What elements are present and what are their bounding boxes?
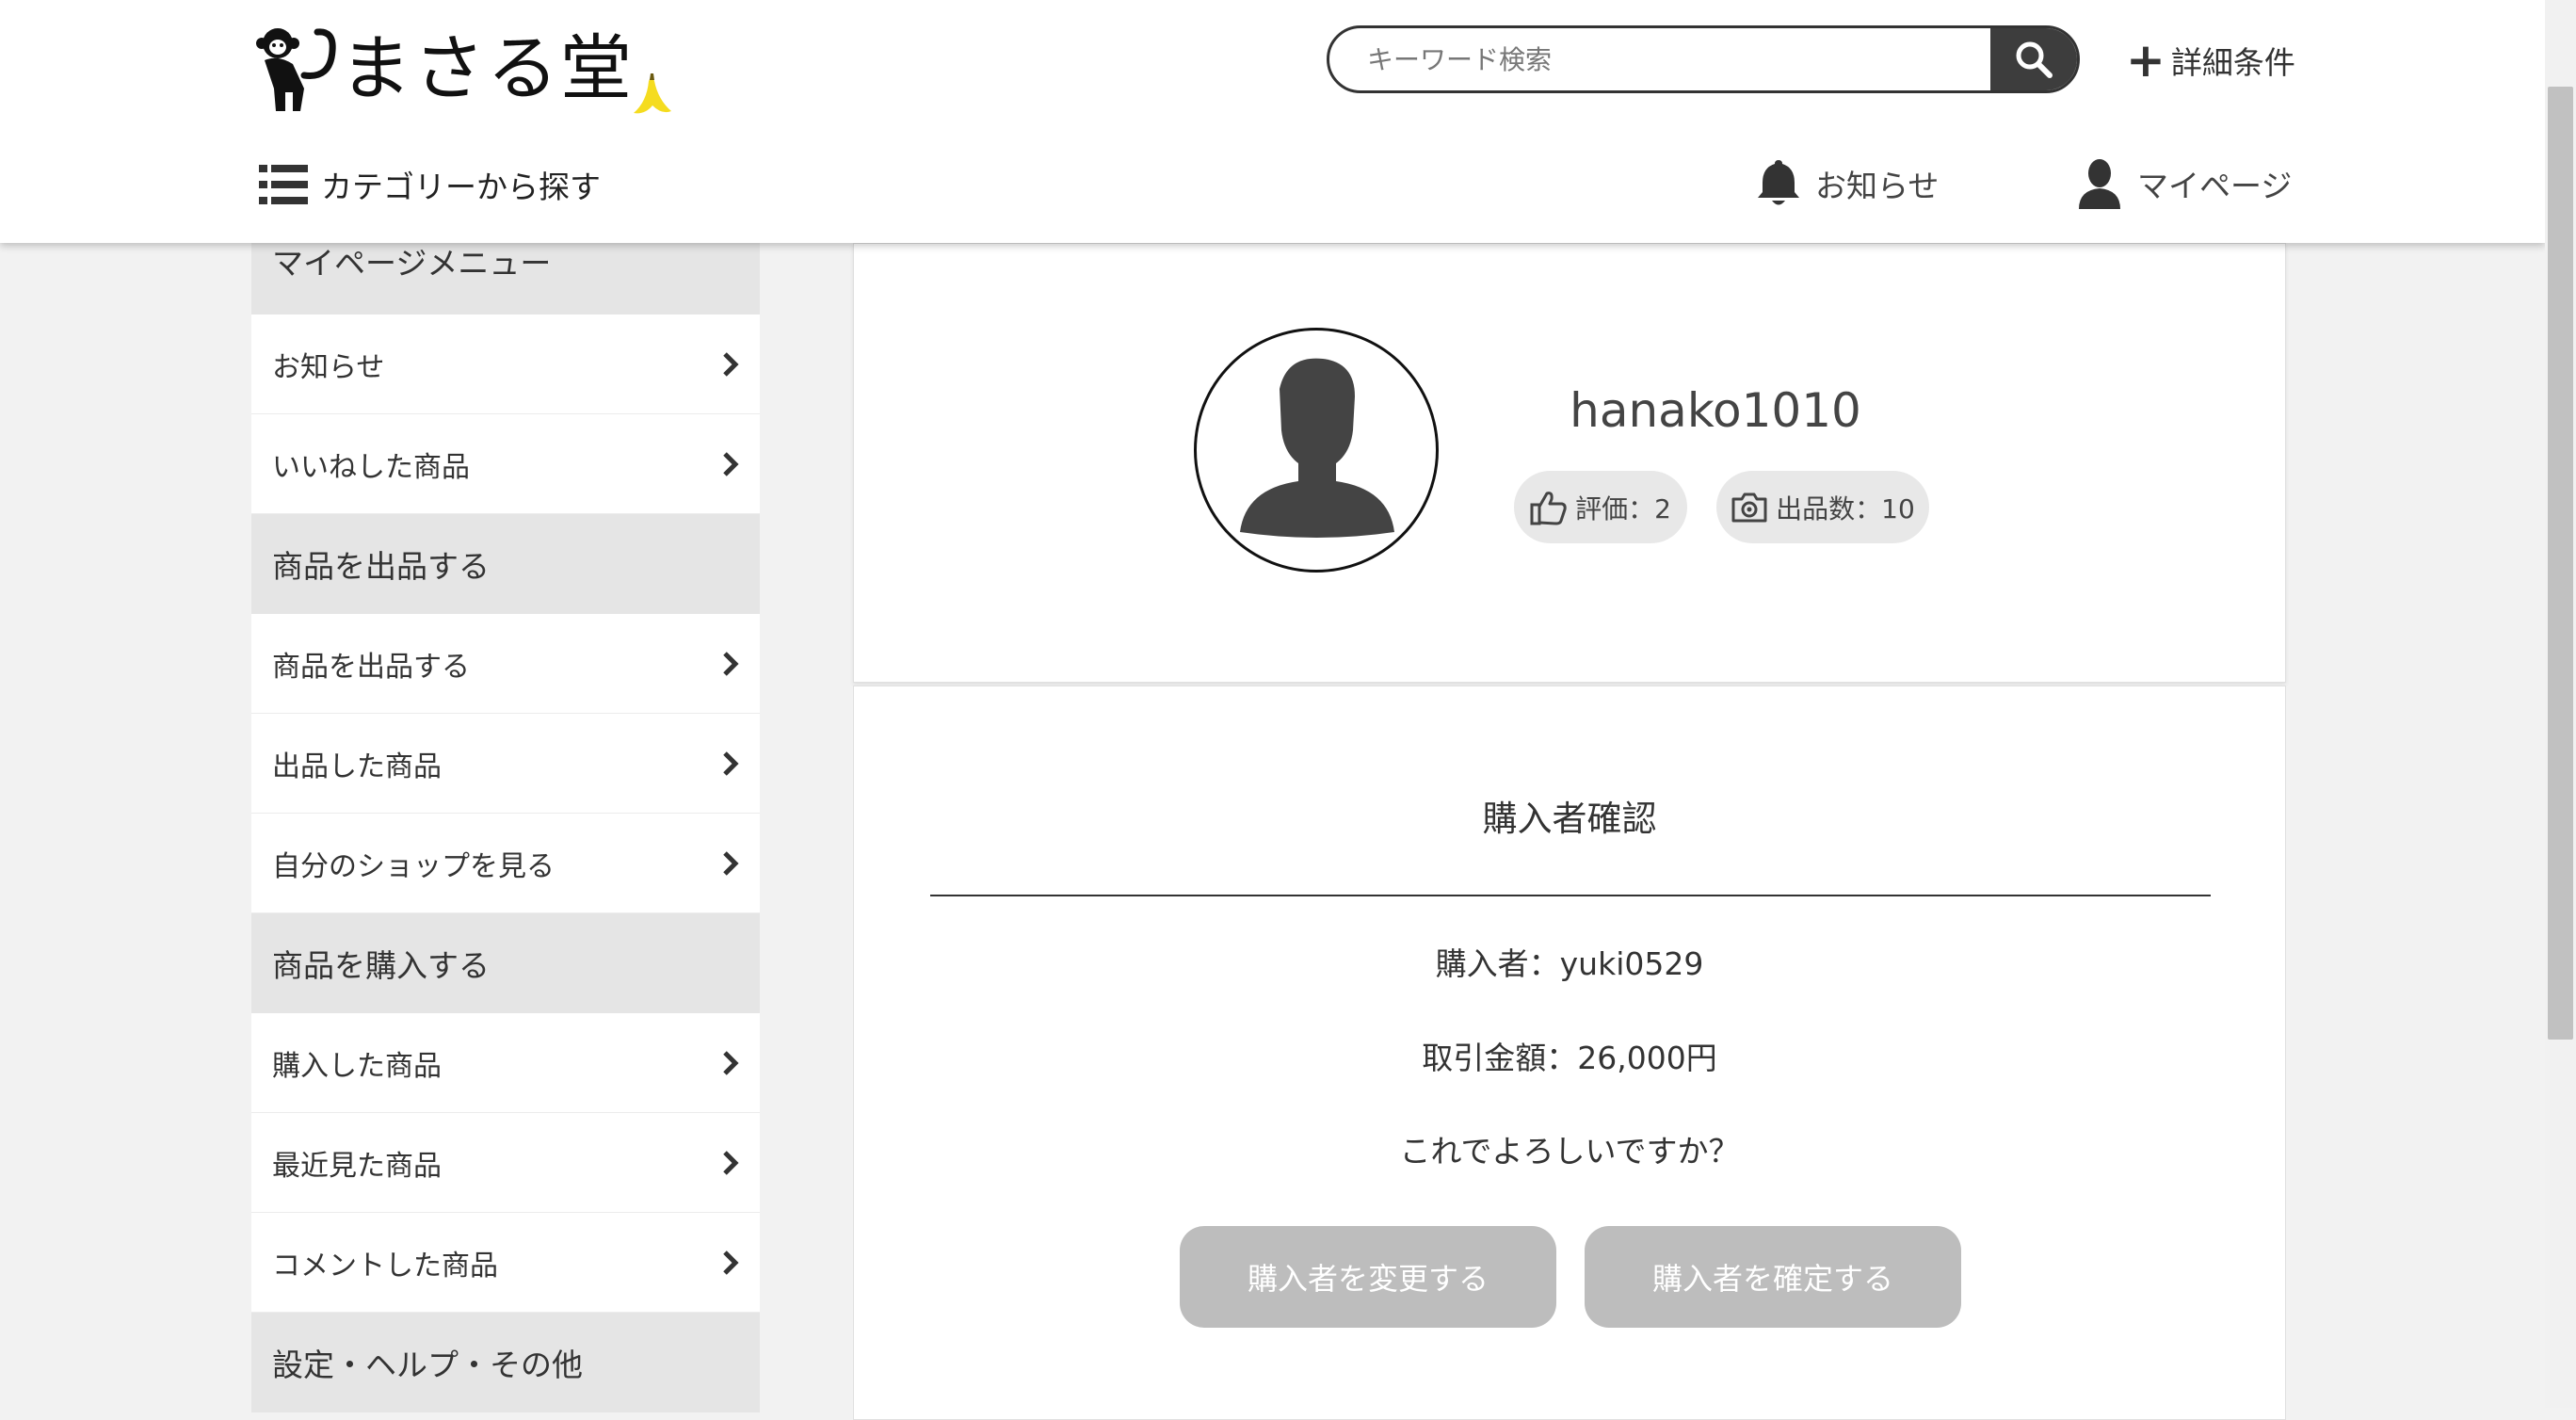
listing-count-label: 出品数：10 — [1776, 492, 1915, 524]
sidebar-item-label: 最近見た商品 — [272, 1149, 442, 1183]
change-buyer-button[interactable]: 購入者を変更する — [1180, 1226, 1556, 1328]
sidebar-item-label: いいねした商品 — [272, 450, 470, 484]
detail-conditions-link[interactable]: + 詳細条件 — [2126, 36, 2295, 85]
search-box — [1327, 25, 2080, 93]
sidebar-item-label: 商品を出品する — [272, 650, 470, 684]
main-content: hanako1010 評価：2 出品数：10 購入者確認 購入者：yuki052… — [853, 243, 2286, 1420]
detail-conditions-label: 詳細条件 — [2170, 44, 2295, 81]
divider — [930, 895, 2211, 896]
notifications-link[interactable]: お知らせ — [1757, 158, 1939, 209]
sidebar-item-liked-items[interactable]: いいねした商品 — [251, 414, 760, 514]
mypage-link[interactable]: マイページ — [2077, 158, 2292, 209]
sidebar-item-purchased-items[interactable]: 購入した商品 — [251, 1013, 760, 1113]
logo-text: まさる堂 — [340, 26, 634, 110]
mypage-label: マイページ — [2137, 168, 2293, 204]
sidebar-item-notifications[interactable]: お知らせ — [251, 315, 760, 414]
chevron-right-icon — [723, 750, 739, 776]
search-input[interactable] — [1329, 28, 1994, 90]
confirm-buyer-button[interactable]: 購入者を確定する — [1585, 1226, 1961, 1328]
camera-icon — [1731, 492, 1767, 522]
sidebar-item-label: 出品した商品 — [272, 750, 442, 783]
chevron-right-icon — [723, 1050, 739, 1075]
chevron-right-icon — [723, 351, 739, 377]
sidebar-item-commented-items[interactable]: コメントした商品 — [251, 1213, 760, 1313]
plus-icon: + — [2126, 33, 2165, 88]
mypage-sidebar: マイページメニュー お知らせ いいねした商品 商品を出品する 商品を出品する 出… — [251, 188, 760, 1412]
default-avatar-icon — [1240, 358, 1394, 538]
chevron-right-icon — [723, 1250, 739, 1275]
search-icon — [2016, 41, 2053, 78]
buyer-text: 購入者：yuki0529 — [1435, 945, 1704, 982]
chevron-right-icon — [723, 850, 739, 876]
sidebar-item-listed-items[interactable]: 出品した商品 — [251, 714, 760, 814]
sidebar-item-my-shop[interactable]: 自分のショップを見る — [251, 814, 760, 913]
avatar — [1194, 328, 1439, 573]
list-icon — [259, 165, 308, 204]
category-nav-link[interactable]: カテゴリーから探す — [259, 162, 601, 207]
chevron-right-icon — [723, 1150, 739, 1175]
sidebar-section-title: 設定・ヘルプ・その他 — [251, 1313, 760, 1412]
bell-icon — [1758, 160, 1799, 205]
scrollbar-thumb[interactable] — [2548, 87, 2573, 1040]
amount-text: 取引金額：26,000円 — [1422, 1040, 1717, 1076]
listing-count-badge[interactable]: 出品数：10 — [1716, 471, 1929, 543]
monkey-logo-icon — [256, 28, 336, 111]
sidebar-item-label: 自分のショップを見る — [272, 849, 555, 883]
sidebar-item-sell-item[interactable]: 商品を出品する — [251, 614, 760, 714]
thumbs-up-icon — [1530, 491, 1567, 524]
site-header: まさる堂 + 詳細条件 カテゴリーから探す お知らせ — [0, 0, 2545, 243]
sidebar-item-label: コメントした商品 — [272, 1249, 498, 1283]
sidebar-item-label: 購入した商品 — [272, 1049, 442, 1083]
sidebar-item-recently-viewed[interactable]: 最近見た商品 — [251, 1113, 760, 1213]
rating-label: 評価：2 — [1575, 492, 1671, 524]
page-scrollbar[interactable] — [2545, 0, 2576, 1408]
sidebar-section-title: 商品を購入する — [251, 913, 760, 1013]
category-nav-label: カテゴリーから探す — [321, 169, 601, 205]
confirm-question: これでよろしいですか？ — [1399, 1133, 1740, 1170]
profile-username: hanako1010 — [1570, 383, 1861, 438]
banana-icon — [634, 73, 671, 114]
profile-card: hanako1010 評価：2 出品数：10 — [853, 243, 2286, 683]
user-icon — [2079, 159, 2120, 209]
chevron-right-icon — [723, 651, 739, 676]
site-logo[interactable]: まさる堂 — [250, 21, 683, 120]
chevron-right-icon — [723, 451, 739, 476]
confirm-title: 購入者確認 — [1482, 799, 1657, 839]
rating-badge[interactable]: 評価：2 — [1514, 471, 1687, 543]
buyer-confirm-card: 購入者確認 購入者：yuki0529 取引金額：26,000円 これでよろしいで… — [853, 686, 2286, 1420]
sidebar-item-label: お知らせ — [272, 350, 385, 384]
search-button[interactable] — [1990, 28, 2077, 90]
notifications-label: お知らせ — [1815, 168, 1940, 204]
sidebar-section-title: 商品を出品する — [251, 514, 760, 614]
